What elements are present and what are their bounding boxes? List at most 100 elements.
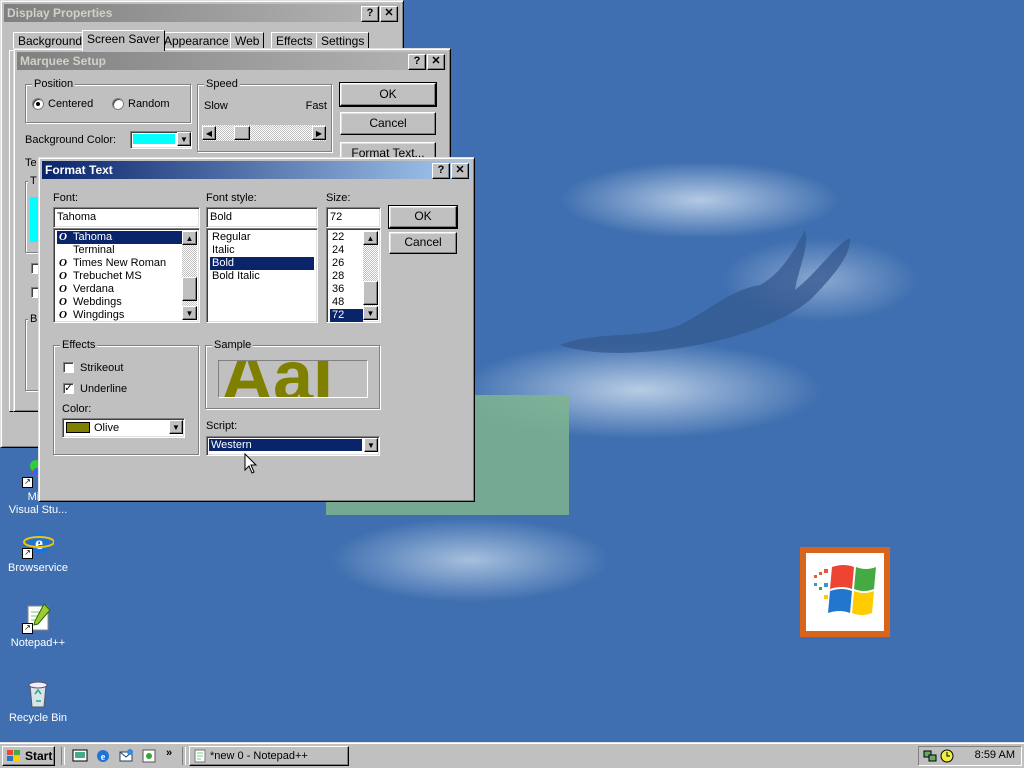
- font-name: Terminal: [73, 244, 115, 256]
- font-name: Trebuchet MS: [73, 270, 142, 282]
- font-style-item[interactable]: Bold: [210, 257, 314, 270]
- desktop-icon-notepad-plus-plus[interactable]: ↗ Notepad++: [0, 602, 76, 650]
- scroll-down-arrow-icon[interactable]: ▼: [363, 306, 378, 320]
- size-list-scrollbar[interactable]: ▲ ▼: [363, 231, 378, 320]
- help-button[interactable]: ?: [361, 6, 379, 22]
- size-item[interactable]: 72: [330, 309, 363, 322]
- size-item[interactable]: 36: [330, 283, 363, 296]
- font-name: Times New Roman: [73, 257, 167, 269]
- format-text-dialog[interactable]: Format Text ? ✕ Font: Tahoma O Tahoma Ter…: [38, 157, 475, 502]
- size-item[interactable]: 24: [330, 244, 363, 257]
- network-icon[interactable]: [923, 749, 937, 763]
- font-list[interactable]: O Tahoma Terminal O Times New Roman O Trebu…: [53, 228, 200, 323]
- format-text-titlebar[interactable]: Format Text ? ✕: [42, 161, 471, 179]
- font-list-item[interactable]: O Wingdings: [57, 309, 182, 322]
- close-button[interactable]: ✕: [380, 6, 398, 22]
- font-style-list[interactable]: Regular Italic Bold Bold Italic: [206, 228, 318, 323]
- font-list-item[interactable]: O Verdana: [57, 283, 182, 296]
- opentype-font-icon: O: [59, 309, 67, 321]
- desktop-icon-label-line2: Visual Stu...: [8, 504, 68, 516]
- help-button[interactable]: ?: [408, 54, 426, 70]
- tab-screen-saver[interactable]: Screen Saver: [82, 30, 165, 51]
- chevron-down-icon[interactable]: ▼: [177, 132, 191, 146]
- size-item[interactable]: 28: [330, 270, 363, 283]
- scroll-thumb[interactable]: [182, 277, 197, 301]
- help-button[interactable]: ?: [432, 163, 450, 179]
- centered-radio[interactable]: [32, 98, 44, 110]
- font-style-input[interactable]: Bold: [206, 207, 318, 228]
- scheduler-icon[interactable]: [940, 749, 954, 763]
- close-button[interactable]: ✕: [451, 163, 469, 179]
- background-color-dropdown[interactable]: ▼: [130, 131, 192, 149]
- script-value: Western: [211, 439, 252, 451]
- size-item[interactable]: 22: [330, 231, 363, 244]
- strikeout-checkbox[interactable]: [63, 362, 74, 373]
- font-style-input-value: Bold: [210, 211, 233, 223]
- close-button[interactable]: ✕: [427, 54, 445, 70]
- speed-slider[interactable]: ◀ ▶: [202, 125, 326, 141]
- internet-explorer-icon[interactable]: e: [95, 748, 111, 764]
- clock[interactable]: 8:59 AM: [975, 749, 1015, 761]
- underline-checkbox[interactable]: ✓: [63, 383, 74, 394]
- mouse-pointer-icon: [244, 453, 258, 474]
- desktop-icon-browservice[interactable]: e ↗ Browservice: [0, 527, 76, 575]
- chevron-down-icon[interactable]: ▼: [364, 438, 378, 452]
- recycle-bin-icon: [22, 677, 54, 709]
- random-radio[interactable]: [112, 98, 124, 110]
- position-group-label: Position: [32, 78, 76, 90]
- size-item[interactable]: 48: [330, 296, 363, 309]
- font-list-item[interactable]: O Webdings: [57, 296, 182, 309]
- system-tray: 8:59 AM: [918, 746, 1022, 766]
- font-style-item[interactable]: Bold Italic: [210, 270, 314, 283]
- start-button[interactable]: Start: [2, 746, 55, 766]
- color-swatch: [66, 422, 90, 433]
- desktop-icon-recycle-bin[interactable]: Recycle Bin: [0, 677, 76, 725]
- ok-button[interactable]: OK: [339, 82, 437, 107]
- speed-slider-thumb[interactable]: [234, 126, 250, 140]
- shortcut-arrow-icon: ↗: [22, 548, 33, 559]
- desktop-icon-label: Browservice: [8, 562, 68, 574]
- show-desktop-icon[interactable]: [72, 748, 88, 764]
- scroll-up-arrow-icon[interactable]: ▲: [182, 231, 197, 245]
- script-dropdown[interactable]: Western ▼: [206, 436, 380, 456]
- font-list-item[interactable]: O Tahoma: [57, 231, 182, 244]
- font-list-item[interactable]: O Times New Roman: [57, 257, 182, 270]
- opentype-font-icon: O: [59, 296, 67, 308]
- font-list-item[interactable]: O Trebuchet MS: [57, 270, 182, 283]
- font-style-item[interactable]: Regular: [210, 231, 314, 244]
- size-item[interactable]: 26: [330, 257, 363, 270]
- size-input-value: 72: [330, 211, 343, 223]
- slider-right-arrow-icon[interactable]: ▶: [312, 126, 326, 140]
- cancel-button[interactable]: Cancel: [389, 232, 457, 254]
- scroll-thumb[interactable]: [363, 281, 378, 305]
- font-style-item[interactable]: Italic: [210, 244, 314, 257]
- slider-left-arrow-icon[interactable]: ◀: [202, 126, 216, 140]
- cancel-button[interactable]: Cancel: [340, 112, 436, 135]
- scroll-up-arrow-icon[interactable]: ▲: [363, 231, 378, 245]
- start-label: Start: [25, 749, 53, 763]
- color-dropdown[interactable]: Olive ▼: [62, 418, 185, 438]
- quick-launch-more-icon[interactable]: »: [166, 747, 172, 759]
- scroll-down-arrow-icon[interactable]: ▼: [182, 306, 197, 320]
- window-title: Display Properties: [7, 6, 113, 20]
- desktop-icon-label: Recycle Bin: [8, 712, 68, 724]
- taskbar-divider: [182, 747, 186, 765]
- display-properties-titlebar[interactable]: Display Properties ? ✕: [4, 4, 400, 22]
- outlook-express-icon[interactable]: [118, 748, 134, 764]
- size-input[interactable]: 72: [326, 207, 381, 228]
- random-label: Random: [128, 98, 170, 110]
- shortcut-arrow-icon: ↗: [22, 477, 33, 488]
- taskbar-button-notepad-plus-plus[interactable]: *new 0 - Notepad++: [189, 746, 349, 766]
- marquee-setup-titlebar[interactable]: Marquee Setup ? ✕: [17, 52, 447, 70]
- slow-label: Slow: [204, 100, 228, 112]
- ok-button[interactable]: OK: [388, 205, 458, 229]
- fast-label: Fast: [305, 100, 327, 112]
- font-list-item[interactable]: Terminal: [57, 244, 182, 257]
- notepad-plus-plus-icon: ↗: [22, 602, 54, 634]
- chevron-down-icon[interactable]: ▼: [169, 420, 183, 434]
- size-list[interactable]: 22 24 26 28 36 48 72 ▲ ▼: [326, 228, 381, 323]
- channels-icon[interactable]: [141, 748, 157, 764]
- font-input[interactable]: Tahoma: [53, 207, 200, 228]
- font-list-scrollbar[interactable]: ▲ ▼: [182, 231, 197, 320]
- window-title: Format Text: [45, 163, 113, 177]
